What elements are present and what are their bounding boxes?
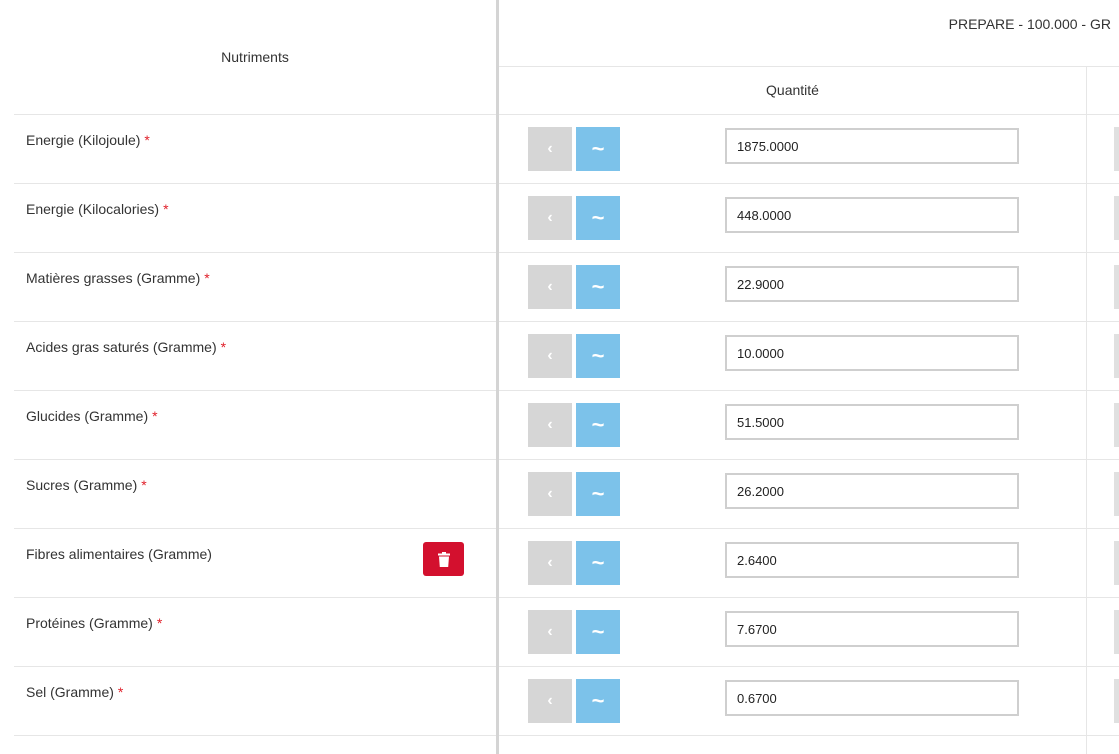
delete-nutrient-button[interactable] [423, 542, 464, 576]
quantity-row: ‹ ~ [499, 253, 1119, 322]
quantity-row: ‹ ~ [499, 322, 1119, 391]
row-action-button[interactable] [1114, 472, 1119, 516]
approximate-button[interactable]: ~ [576, 541, 620, 585]
approximate-button[interactable]: ~ [576, 472, 620, 516]
nutrient-label: Fibres alimentaires (Gramme) [26, 546, 212, 562]
row-action-button[interactable] [1114, 127, 1119, 171]
nutrient-row: Sel (Gramme) * [14, 667, 496, 736]
nutrient-label: Energie (Kilocalories) * [26, 201, 169, 217]
required-marker: * [152, 408, 158, 424]
nutrient-label: Energie (Kilojoule) * [26, 132, 150, 148]
row-action-button[interactable] [1114, 679, 1119, 723]
quantity-row: ‹ ~ [499, 529, 1119, 598]
required-marker: * [144, 132, 150, 148]
chevron-left-icon: ‹ [547, 485, 553, 502]
approximate-tilde-icon: ~ [591, 412, 605, 437]
nutrient-row: Protéines (Gramme) * [14, 598, 496, 667]
nutrient-row: Acides gras saturés (Gramme) * [14, 322, 496, 391]
quantity-row: ‹ ~ [499, 184, 1119, 253]
prepare-header: PREPARE - 100.000 - GR [499, 0, 1119, 67]
required-marker: * [163, 201, 169, 217]
quantity-column-header: Quantité [499, 67, 1119, 115]
approximate-tilde-icon: ~ [591, 205, 605, 230]
chevron-left-icon: ‹ [547, 209, 553, 226]
quantity-input[interactable] [725, 611, 1019, 647]
approximate-tilde-icon: ~ [591, 136, 605, 161]
quantity-input[interactable] [725, 473, 1019, 509]
nutrient-row: Fibres alimentaires (Gramme) [14, 529, 496, 598]
row-action-button[interactable] [1114, 334, 1119, 378]
quantity-input[interactable] [725, 128, 1019, 164]
required-marker: * [220, 339, 227, 355]
quantity-row: ‹ ~ [499, 667, 1119, 736]
prepare-header-label: PREPARE - 100.000 - GR [948, 16, 1111, 32]
approximate-tilde-icon: ~ [591, 343, 605, 368]
previous-value-button[interactable]: ‹ [528, 196, 572, 240]
nutrients-header-label: Nutriments [221, 49, 289, 65]
quantity-row: ‹ ~ [499, 115, 1119, 184]
quantity-row: ‹ ~ [499, 391, 1119, 460]
approximate-button[interactable]: ~ [576, 127, 620, 171]
previous-value-button[interactable]: ‹ [528, 127, 572, 171]
nutrient-label: Matières grasses (Gramme) * [26, 270, 210, 286]
nutrient-label: Acides gras saturés (Gramme) * [26, 339, 227, 355]
approximate-button[interactable]: ~ [576, 610, 620, 654]
approximate-tilde-icon: ~ [591, 550, 605, 575]
previous-value-button[interactable]: ‹ [528, 265, 572, 309]
chevron-left-icon: ‹ [547, 692, 553, 709]
approximate-tilde-icon: ~ [591, 688, 605, 713]
nutrient-label: Protéines (Gramme) * [26, 615, 163, 631]
quantity-input[interactable] [725, 680, 1019, 716]
nutrient-label: Glucides (Gramme) * [26, 408, 158, 424]
required-marker: * [117, 684, 124, 700]
quantity-row: ‹ ~ [499, 460, 1119, 529]
previous-value-button[interactable]: ‹ [528, 403, 572, 447]
quantity-input[interactable] [725, 542, 1019, 578]
nutrition-table: Nutriments PREPARE - 100.000 - GR Quanti… [0, 0, 1119, 754]
row-action-button[interactable] [1114, 196, 1119, 240]
chevron-left-icon: ‹ [547, 554, 553, 571]
approximate-button[interactable]: ~ [576, 679, 620, 723]
chevron-left-icon: ‹ [547, 140, 553, 157]
quantity-input[interactable] [725, 197, 1019, 233]
nutrient-label: Sucres (Gramme) * [26, 477, 147, 493]
previous-value-button[interactable]: ‹ [528, 541, 572, 585]
nutrient-row: Energie (Kilojoule) * [14, 115, 496, 184]
row-action-button[interactable] [1114, 403, 1119, 447]
quantity-input[interactable] [725, 404, 1019, 440]
chevron-left-icon: ‹ [547, 416, 553, 433]
quantity-header-label: Quantité [766, 82, 819, 98]
nutrient-row: Glucides (Gramme) * [14, 391, 496, 460]
nutrients-column-header: Nutriments [14, 0, 496, 115]
row-action-button[interactable] [1114, 541, 1119, 585]
row-action-button[interactable] [1114, 265, 1119, 309]
required-marker: * [156, 615, 163, 631]
approximate-button[interactable]: ~ [576, 334, 620, 378]
nutrient-row: Sucres (Gramme) * [14, 460, 496, 529]
chevron-left-icon: ‹ [547, 623, 553, 640]
quantity-row: ‹ ~ [499, 598, 1119, 667]
approximate-button[interactable]: ~ [576, 196, 620, 240]
chevron-left-icon: ‹ [547, 278, 553, 295]
quantity-input[interactable] [725, 266, 1019, 302]
approximate-button[interactable]: ~ [576, 403, 620, 447]
required-marker: * [141, 477, 147, 493]
previous-value-button[interactable]: ‹ [528, 679, 572, 723]
row-action-button[interactable] [1114, 610, 1119, 654]
required-marker: * [204, 270, 210, 286]
approximate-tilde-icon: ~ [591, 619, 605, 644]
chevron-left-icon: ‹ [547, 347, 553, 364]
nutrient-row: Energie (Kilocalories) * [14, 184, 496, 253]
approximate-tilde-icon: ~ [591, 481, 605, 506]
trash-icon [437, 551, 450, 567]
nutrient-label: Sel (Gramme) * [26, 684, 124, 700]
approximate-button[interactable]: ~ [576, 265, 620, 309]
previous-value-button[interactable]: ‹ [528, 334, 572, 378]
previous-value-button[interactable]: ‹ [528, 610, 572, 654]
quantity-input[interactable] [725, 335, 1019, 371]
approximate-tilde-icon: ~ [591, 274, 605, 299]
nutrient-row: Matières grasses (Gramme) * [14, 253, 496, 322]
previous-value-button[interactable]: ‹ [528, 472, 572, 516]
